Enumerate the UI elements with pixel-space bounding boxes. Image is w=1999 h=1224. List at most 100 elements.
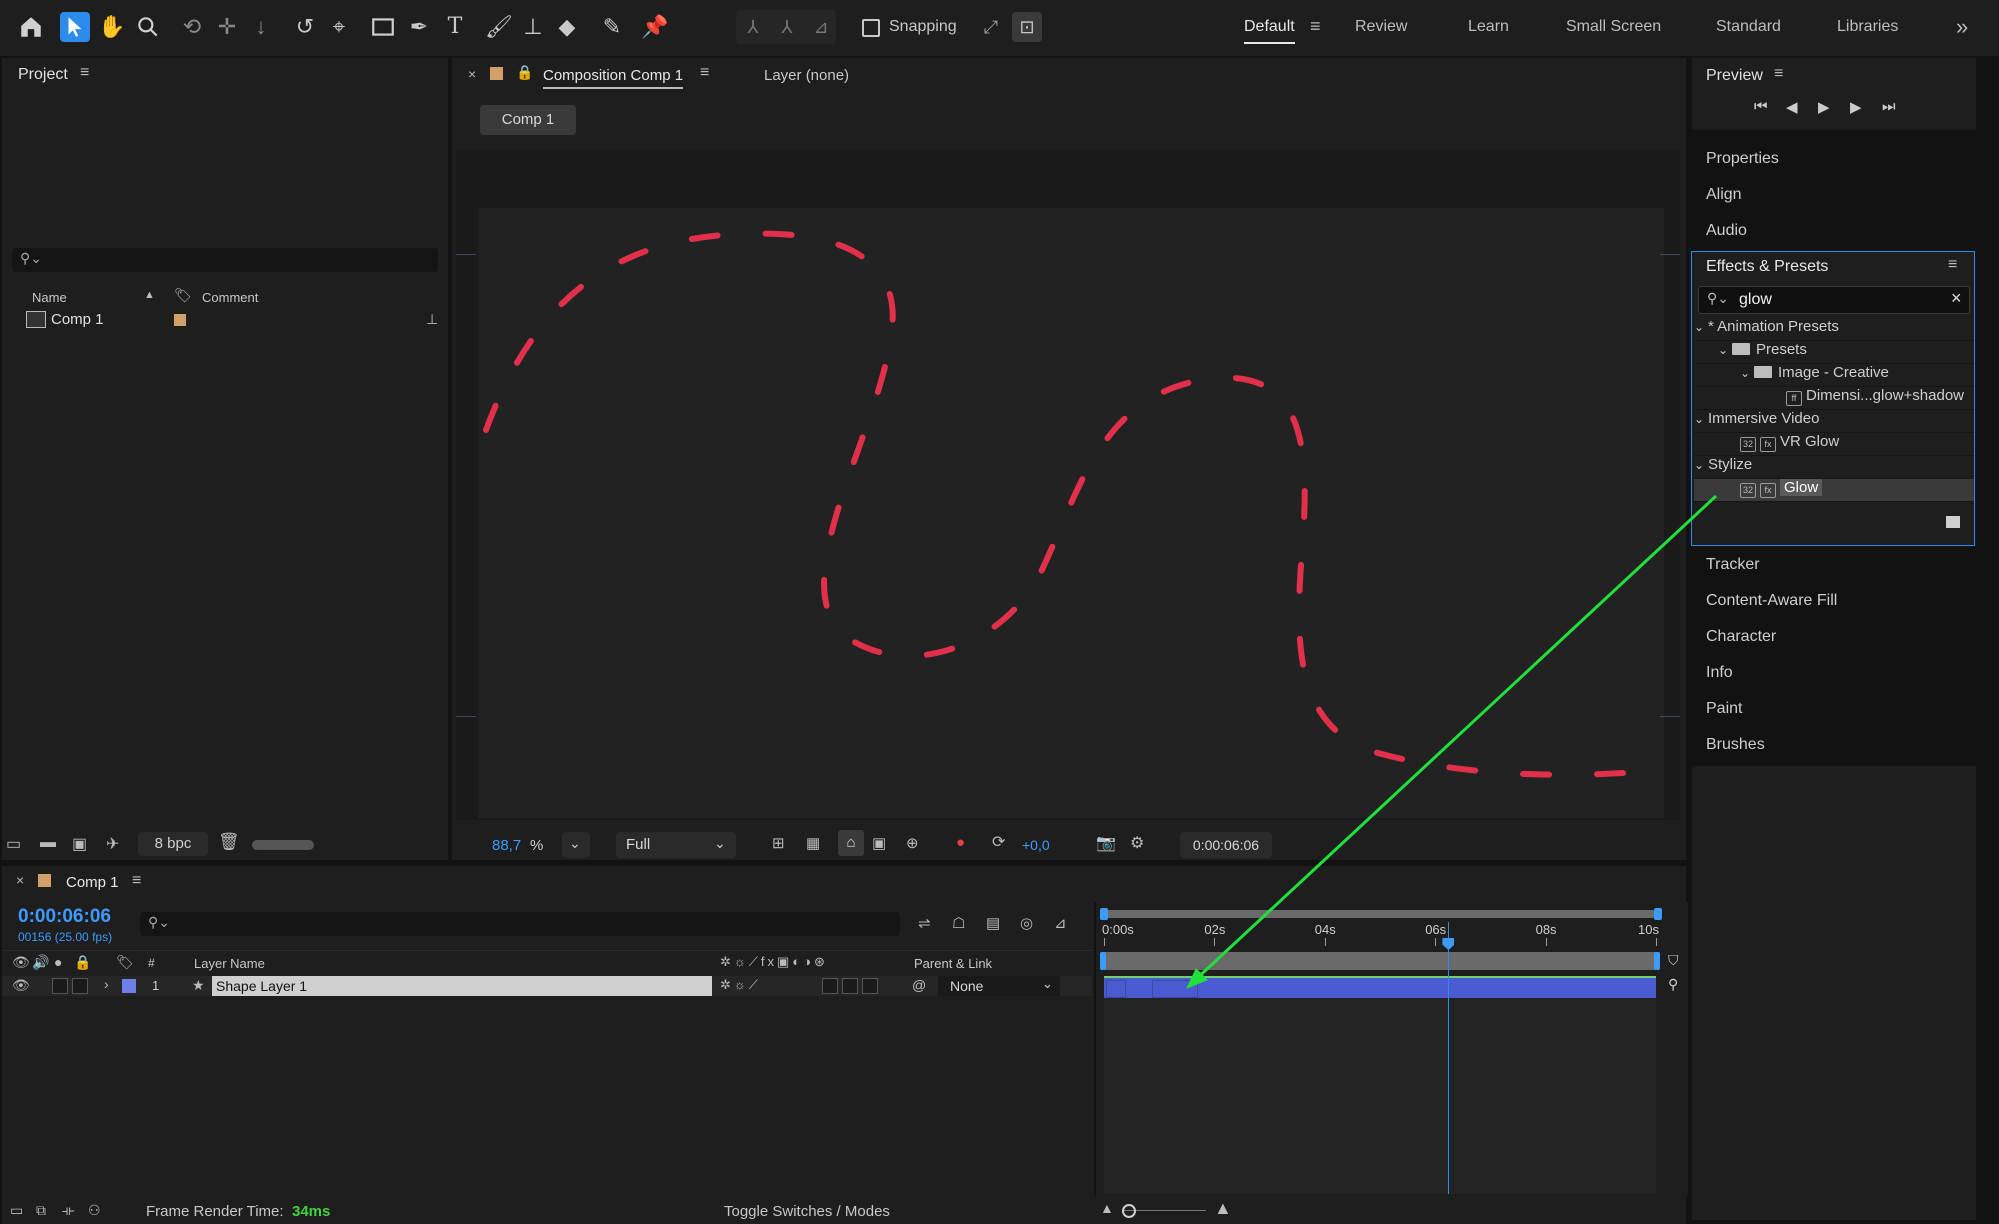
panel-content-aware-fill[interactable]: Content-Aware Fill (1692, 584, 1976, 620)
panel-info[interactable]: Info (1692, 656, 1976, 692)
thumbnail-slider[interactable] (252, 840, 314, 850)
preview-title[interactable]: Preview (1706, 67, 1763, 85)
transparency-grid-icon[interactable]: ▦ (806, 834, 820, 852)
time-graph[interactable]: 0:00s 02s 04s 06s 08s 10s ⛉ ⚲ (1094, 902, 1688, 1196)
comp-start-marker[interactable] (1100, 952, 1106, 970)
hand-icon[interactable]: ✋ (97, 12, 127, 42)
comp-tab-menu-icon[interactable]: ≡ (700, 64, 709, 82)
home-icon[interactable] (16, 12, 46, 42)
layer-label-color[interactable] (122, 979, 136, 993)
zoom-slider-knob[interactable] (1122, 1204, 1136, 1218)
tree-glow-selected[interactable]: 32 fx Glow (1694, 479, 1974, 502)
layer-tab[interactable]: Layer (none) (764, 67, 849, 84)
prev-frame-icon[interactable]: ◀︎ (1786, 98, 1798, 116)
comp-mini-flowchart-icon[interactable]: ⇌ (918, 914, 931, 932)
viewer-timecode[interactable]: 0:00:06:06 (1180, 832, 1272, 858)
timeline-search-input[interactable]: ⚲⌄ (140, 912, 900, 936)
motion-blur-switch[interactable] (822, 978, 838, 994)
local-axis-icon[interactable]: ⅄ (738, 12, 768, 42)
effects-title[interactable]: Effects & Presets (1706, 258, 1828, 276)
expand-chevron-icon[interactable]: › (104, 976, 109, 992)
workspace-standard[interactable]: Standard (1716, 18, 1781, 36)
snapshot-icon[interactable]: 📷 (1096, 833, 1116, 853)
project-col-name[interactable]: Name (32, 290, 67, 305)
new-bin-icon[interactable] (1946, 516, 1960, 528)
comp-viewer[interactable] (456, 150, 1680, 820)
col-parent-link[interactable]: Parent & Link (914, 956, 992, 971)
zoom-out-icon[interactable]: ▲ (1100, 1200, 1114, 1216)
roto-brush-icon[interactable]: ✎ (597, 12, 627, 42)
project-menu-icon[interactable]: ≡ (80, 64, 89, 82)
tree-dimension-glow-preset[interactable]: ff Dimensi...glow+shadow (1694, 387, 1974, 410)
project-title[interactable]: Project (18, 66, 68, 84)
workspace-overflow-icon[interactable]: » (1956, 14, 1968, 40)
play-icon[interactable]: ▶ (1818, 98, 1830, 116)
workspace-learn[interactable]: Learn (1468, 18, 1509, 36)
workspace-default[interactable]: Default (1244, 18, 1295, 44)
rotate-icon[interactable]: ↺ (290, 12, 320, 42)
comp-end-marker[interactable] (1654, 952, 1660, 970)
pickwhip-icon[interactable]: @ (912, 977, 926, 993)
layer-end-icon[interactable]: ⚲ (1668, 976, 1678, 993)
workspace-small-screen[interactable]: Small Screen (1566, 18, 1661, 36)
show-snapshot-icon[interactable]: ⚙ (1130, 833, 1144, 853)
effects-search-input[interactable]: ⚲⌄ glow × (1698, 286, 1970, 314)
dolly-icon[interactable]: ↓ (246, 12, 276, 42)
new-folder-icon[interactable]: ▬ (40, 834, 56, 852)
next-frame-icon[interactable]: ▶︎ (1850, 98, 1862, 116)
last-frame-icon[interactable]: ⏭ (1882, 98, 1896, 115)
transfer-controls-icon[interactable]: ⧉ (36, 1202, 46, 1219)
clear-search-icon[interactable]: × (1951, 288, 1962, 309)
composition-tab[interactable]: Composition Comp 1 (543, 67, 684, 89)
frame-blending-icon[interactable]: ▤ (986, 914, 1000, 932)
render-queue-icon[interactable]: ✈ (106, 834, 119, 854)
graph-editor-icon[interactable]: ⊿ (1054, 914, 1067, 932)
layer-name-cell[interactable]: Shape Layer 1 (212, 976, 712, 996)
view-axis-icon[interactable]: ⊿ (806, 12, 836, 42)
reset-exposure-icon[interactable]: ⟳ (992, 832, 1005, 852)
snap-grid-icon[interactable]: ⊡ (1012, 12, 1042, 42)
orbit-icon[interactable]: ⟲ (177, 12, 207, 42)
layer-switch-icons[interactable]: ✲☼⟋ (720, 977, 761, 993)
lock-icon[interactable]: 🔒 (516, 64, 533, 81)
shy-layers-icon[interactable]: ☖ (952, 914, 965, 932)
preview-menu-icon[interactable]: ≡ (1774, 65, 1783, 83)
panel-align[interactable]: Align (1692, 178, 1976, 214)
render-time-icon[interactable]: ⚇ (88, 1202, 101, 1219)
label-tag-icon[interactable]: 🏷 (116, 954, 134, 971)
resolution-select[interactable]: Full ⌄ (616, 832, 736, 858)
fast-preview-icon[interactable]: ⊞ (772, 834, 785, 852)
bpc-button[interactable]: 8 bpc (138, 832, 208, 856)
anchor-icon[interactable]: ⌖ (324, 12, 354, 42)
visibility-eye-icon[interactable]: 👁 (12, 977, 30, 994)
comp-marker-icon[interactable]: ⛉ (1668, 952, 1679, 969)
world-axis-icon[interactable]: ⅄ (772, 12, 802, 42)
zoom-dropdown[interactable]: ⌄ (562, 832, 590, 858)
audio-icon[interactable]: 🔊 (32, 954, 49, 971)
snapping-checkbox[interactable] (862, 19, 880, 37)
work-area-bar[interactable] (1104, 910, 1656, 918)
timeline-menu-icon[interactable]: ≡ (132, 872, 141, 890)
adjustment-switch[interactable] (842, 978, 858, 994)
project-col-comment[interactable]: Comment (202, 290, 258, 305)
parent-select[interactable]: None ⌄ (938, 976, 1060, 996)
close-tab-icon[interactable]: × (468, 66, 476, 82)
solo-switch[interactable] (72, 978, 88, 994)
motion-blur-icon[interactable]: ◎ (1020, 914, 1033, 932)
first-frame-icon[interactable]: ⏮ (1754, 98, 1768, 115)
panel-brushes[interactable]: Brushes (1692, 728, 1976, 764)
grid-guides-icon[interactable]: ⊕ (906, 834, 919, 852)
rectangle-icon[interactable] (368, 12, 398, 42)
tree-vr-glow[interactable]: 32 fx VR Glow (1694, 433, 1974, 456)
playhead-line[interactable] (1448, 922, 1450, 1194)
timeline-timecode[interactable]: 0:00:06:06 (18, 906, 111, 928)
workspace-libraries[interactable]: Libraries (1837, 18, 1898, 36)
timeline-tab[interactable]: Comp 1 (66, 874, 119, 891)
col-layer-name[interactable]: Layer Name (194, 956, 265, 971)
panel-properties[interactable]: Properties (1692, 142, 1976, 178)
project-row-comp[interactable]: Comp 1 ⊥ (2, 308, 448, 332)
zoom-value[interactable]: 88,7 (492, 837, 521, 854)
pan-icon[interactable]: ✛ (212, 12, 242, 42)
trash-icon[interactable]: 🗑 (218, 832, 240, 852)
panel-tracker[interactable]: Tracker (1692, 548, 1976, 584)
